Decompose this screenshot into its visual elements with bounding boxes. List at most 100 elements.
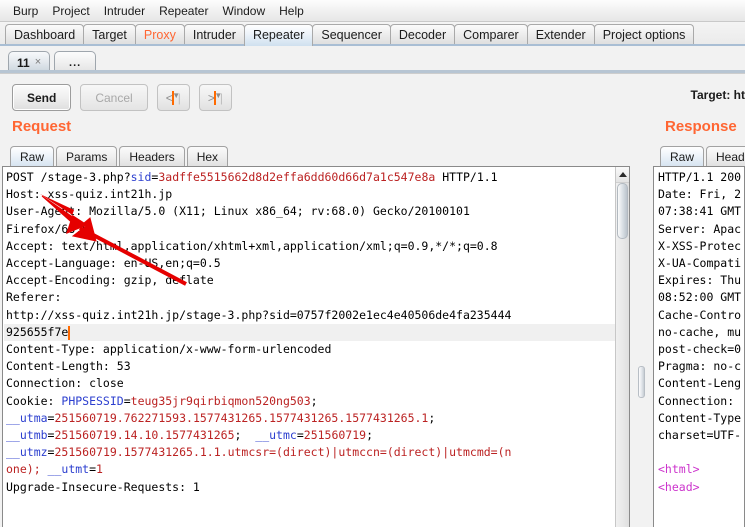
editor-line: Expires: Thu xyxy=(658,272,741,289)
editor-line: X-UA-Compati xyxy=(658,255,741,272)
chevron-down-icon[interactable]: ▼ xyxy=(214,90,222,105)
editor-token: sid xyxy=(130,170,152,184)
editor-token: 1 xyxy=(96,462,103,477)
request-tab-headers[interactable]: Headers xyxy=(119,146,185,168)
editor-line: Content-Type: application/x-www-form-url… xyxy=(6,341,511,358)
request-tab-raw[interactable]: Raw xyxy=(10,146,55,168)
editor-token: = xyxy=(123,393,131,408)
editor-token: 251560719.1577431265.1.1.utmcsr=(direct)… xyxy=(54,445,512,460)
editor-line: 08:52:00 GMT xyxy=(658,289,741,306)
editor-line: <html> xyxy=(658,461,741,478)
editor-line: X-XSS-Protec xyxy=(658,238,741,255)
editor-token: ; xyxy=(234,428,256,443)
editor-line: Firefox/68.0 xyxy=(6,221,511,238)
editor-line: Content-Length: 53 xyxy=(6,358,511,375)
editor-line: Host: xss-quiz.int21h.jp xyxy=(6,186,511,203)
response-text[interactable]: HTTP/1.1 200 Date: Fri, 2 07:38:41 GMT Serv… xyxy=(658,169,741,496)
editor-line: Cache-Contro xyxy=(658,307,741,324)
editor-token: HTTP/1.1 200 xyxy=(658,170,742,184)
menu-item-help[interactable]: Help xyxy=(272,2,311,20)
editor-line: one); __utmt=1 xyxy=(6,461,511,478)
editor-line: 07:38:41 GMT xyxy=(658,203,741,220)
tab-comparer[interactable]: Comparer xyxy=(454,24,528,46)
request-text[interactable]: POST /stage-3.php?sid = 3adffe5515662d8d2e… xyxy=(6,169,511,496)
response-editor[interactable]: HTTP/1.1 200 Date: Fri, 2 07:38:41 GMT Serv… xyxy=(653,166,745,527)
main-tab-bar: Dashboard Target Proxy Intruder Repeater… xyxy=(0,22,745,46)
menu-item-window[interactable]: Window xyxy=(215,2,272,20)
response-tab-headers[interactable]: Heade xyxy=(706,146,745,168)
editor-token: ; xyxy=(366,428,374,443)
editor-line: HTTP/1.1 200 xyxy=(658,169,741,186)
editor-token: <html> xyxy=(658,462,700,477)
tab-repeater[interactable]: Repeater xyxy=(243,24,314,46)
editor-token: Pragma: no-c xyxy=(658,359,742,374)
tab-decoder[interactable]: Decoder xyxy=(389,24,456,46)
editor-token: 07:38:41 GMT xyxy=(658,204,742,219)
response-tab-bar: Raw Heade xyxy=(660,145,745,168)
menu-item-repeater[interactable]: Repeater xyxy=(152,2,215,20)
editor-token: Content-Type xyxy=(658,410,742,425)
editor-token: = xyxy=(89,462,97,477)
request-tab-params[interactable]: Params xyxy=(56,146,118,168)
repeater-body: Send Cancel < | ▼ > | ▼ Target: ht Reque… xyxy=(0,73,745,527)
close-icon[interactable]: × xyxy=(35,57,41,68)
scrollbar-thumb[interactable] xyxy=(617,183,628,239)
editor-token: __utmt xyxy=(47,462,90,477)
tab-extender[interactable]: Extender xyxy=(526,24,595,46)
editor-line: Content-Type xyxy=(658,410,741,427)
menu-item-project[interactable]: Project xyxy=(45,2,96,20)
burp-suite-window: Burp Project Intruder Repeater Window He… xyxy=(0,0,745,527)
tab-target[interactable]: Target xyxy=(83,24,136,46)
editor-token: 251560719.14.10.1577431265 xyxy=(54,428,235,443)
editor-token: X-XSS-Protec xyxy=(658,238,742,253)
tab-intruder[interactable]: Intruder xyxy=(183,24,245,46)
response-tab-raw[interactable]: Raw xyxy=(660,146,705,168)
editor-line: Connection: xyxy=(658,393,741,410)
divider-grip-icon[interactable] xyxy=(638,366,645,398)
editor-token: User-Agent: Mozilla/5.0 (X11; Linux x86_… xyxy=(6,204,470,219)
editor-token: 251560719 xyxy=(303,428,367,443)
scroll-up-arrow-icon[interactable] xyxy=(616,167,629,183)
editor-token: HTTP/1.1 xyxy=(435,170,498,184)
tab-sequencer[interactable]: Sequencer xyxy=(312,24,391,46)
panel-divider[interactable] xyxy=(634,166,649,527)
menu-item-intruder[interactable]: Intruder xyxy=(97,2,152,20)
menu-item-burp[interactable]: Burp xyxy=(6,2,45,20)
tab-project-options[interactable]: Project options xyxy=(593,24,695,46)
tab-proxy[interactable]: Proxy xyxy=(134,24,185,46)
editor-token: Accept-Encoding: gzip, deflate xyxy=(6,273,214,288)
editor-line: Accept: text/html,application/xhtml+xml,… xyxy=(6,238,511,255)
request-tab-hex[interactable]: Hex xyxy=(186,146,229,168)
back-button[interactable]: < | ▼ xyxy=(156,84,190,111)
editor-line: 925655f7e xyxy=(6,324,511,341)
editor-token: Firefox/68.0 xyxy=(6,221,90,236)
editor-line: charset=UTF- xyxy=(658,427,741,444)
editor-line: Upgrade-Insecure-Requests: 1 xyxy=(6,479,511,496)
editor-token: PHPSESSID xyxy=(61,393,124,408)
request-scrollbar[interactable] xyxy=(615,167,629,527)
editor-token: POST /stage-3.php? xyxy=(6,170,131,184)
editor-token: 08:52:00 GMT xyxy=(658,290,742,305)
editor-token: 925655f7e xyxy=(6,324,69,339)
send-button[interactable]: Send xyxy=(12,84,72,111)
editor-line: Accept-Language: en-US,en;q=0.5 xyxy=(6,255,511,272)
request-editor[interactable]: POST /stage-3.php?sid = 3adffe5515662d8d2e… xyxy=(2,166,630,527)
editor-line: post-check=0 xyxy=(658,341,741,358)
editor-token: = xyxy=(296,428,304,443)
editor-token: __utmb xyxy=(6,428,48,443)
editor-token: X-UA-Compati xyxy=(658,256,742,271)
editor-line: __utmb = 251560719.14.10.1577431265; __utm… xyxy=(6,427,511,444)
editor-line: Accept-Encoding: gzip, deflate xyxy=(6,272,511,289)
tab-dashboard[interactable]: Dashboard xyxy=(5,24,85,46)
editor-token: teug35jr9qirbiqmon520ng503 xyxy=(130,393,311,408)
editor-token: Connection: close xyxy=(6,376,124,391)
editor-line: Referer: xyxy=(6,289,511,306)
editor-token: Host: xss-quiz.int21h.jp xyxy=(6,187,173,202)
forward-button[interactable]: > | ▼ xyxy=(198,84,232,111)
chevron-down-icon[interactable]: ▼ xyxy=(172,90,180,105)
editor-line: Cookie: PHPSESSID=teug35jr9qirbiqmon520n… xyxy=(6,393,511,410)
cancel-button: Cancel xyxy=(80,84,148,111)
editor-line: __utma=251560719.762271593.1577431265.15… xyxy=(6,410,511,427)
editor-token: Accept-Language: en-US,en;q=0.5 xyxy=(6,256,221,271)
